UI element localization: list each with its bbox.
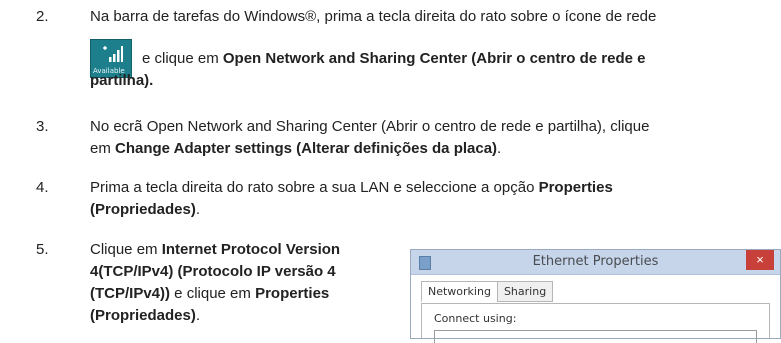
dialog-title: Ethernet Properties xyxy=(532,254,659,269)
step-text-line: em Change Adapter settings (Alterar defi… xyxy=(90,140,502,157)
connect-using-label: Connect using: xyxy=(434,312,517,325)
wifi-signal-icon xyxy=(103,46,123,62)
close-button[interactable]: × xyxy=(746,250,774,270)
step-text-line: Prima a tecla direita do rato sobre a su… xyxy=(90,179,613,196)
step-text-line: partilha). xyxy=(90,72,154,89)
step-text-line: (TCP/IPv4)) e clique em Properties xyxy=(90,285,330,302)
step-text-line: e clique em Open Network and Sharing Cen… xyxy=(142,50,646,67)
tab-sharing[interactable]: Sharing xyxy=(496,281,554,302)
step-2: 2. Na barra de tarefas do Windows®, prim… xyxy=(36,7,781,97)
step-3: 3. No ecrã Open Network and Sharing Cent… xyxy=(36,117,781,161)
ethernet-properties-dialog: Ethernet Properties × Networking Sharing … xyxy=(410,249,781,343)
step-text-line: Na barra de tarefas do Windows®, prima a… xyxy=(90,8,657,25)
step-text-line: (Propriedades). xyxy=(90,201,201,218)
step-number: 2. xyxy=(36,8,49,25)
step-number: 4. xyxy=(36,179,49,196)
dialog-titlebar[interactable]: Ethernet Properties × xyxy=(411,250,780,275)
step-number: 3. xyxy=(36,118,49,135)
step-text-line: 4(TCP/IPv4) (Protocolo IP versão 4 xyxy=(90,263,336,280)
tab-panel: Connect using: xyxy=(421,303,770,343)
dialog-tabs: Networking Sharing xyxy=(421,281,554,303)
step-text-line: No ecrã Open Network and Sharing Center … xyxy=(90,118,650,135)
tab-networking[interactable]: Networking xyxy=(421,281,498,302)
adapter-field xyxy=(434,330,757,343)
step-number: 5. xyxy=(36,241,49,258)
step-4: 4. Prima a tecla direita do rato sobre a… xyxy=(36,178,781,222)
step-text-line: Clique em Internet Protocol Version xyxy=(90,241,341,258)
step-5: 5. Clique em Internet Protocol Version 4… xyxy=(36,240,406,336)
step-text-line: (Propriedades). xyxy=(90,307,201,324)
